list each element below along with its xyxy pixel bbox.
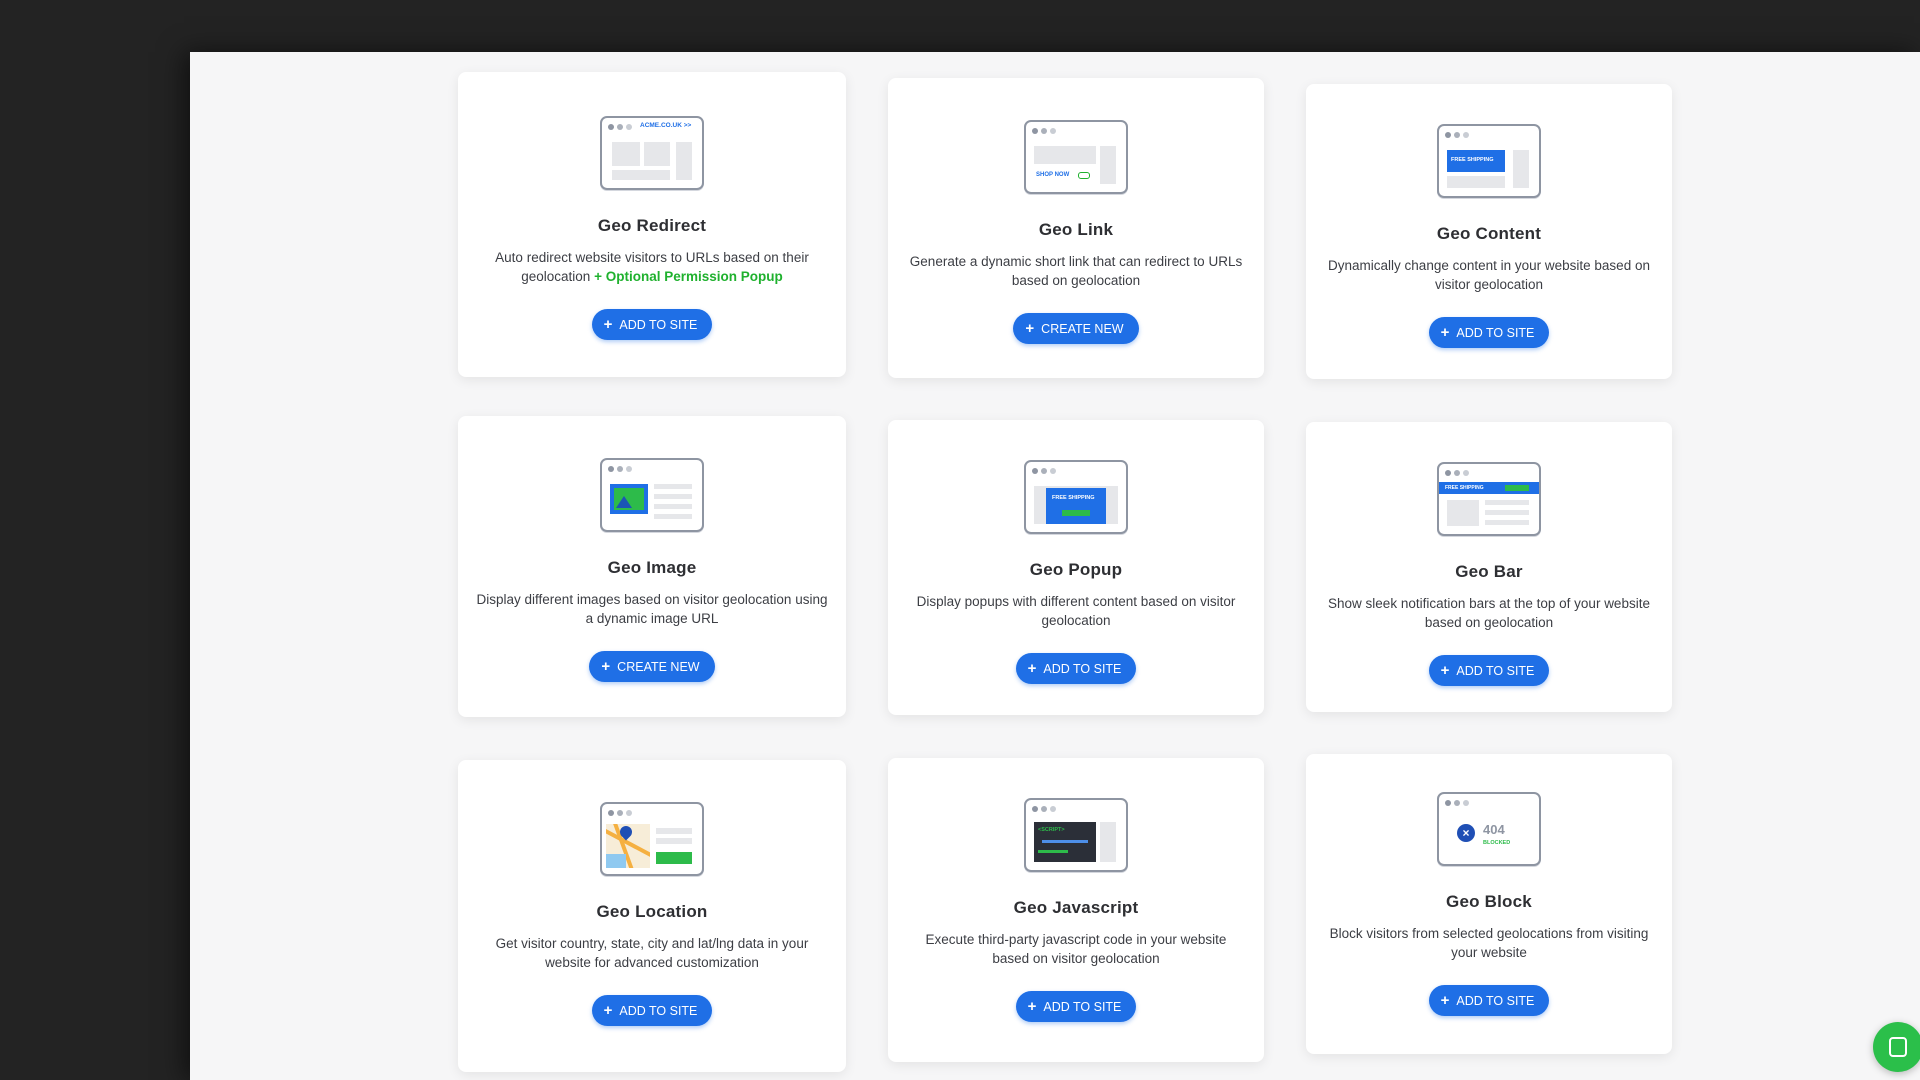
card-geo-popup: FREE SHIPPING Geo Popup Display popups w… <box>888 420 1264 715</box>
card-geo-image: Geo Image Display different images based… <box>458 416 846 717</box>
app-window: ACME.CO.UK >> Geo Redirect Auto redirect… <box>190 52 1920 1080</box>
button-label: CREATE NEW <box>1041 321 1124 336</box>
add-to-site-button[interactable]: + ADD TO SITE <box>1428 317 1550 348</box>
url-label: ACME.CO.UK >> <box>640 122 692 129</box>
map-icon <box>606 824 650 868</box>
create-new-button[interactable]: + CREATE NEW <box>1013 313 1139 344</box>
plus-icon: + <box>1440 992 1450 1009</box>
card-title: Geo Redirect <box>597 216 707 235</box>
banner-label: FREE SHIPPING <box>1451 157 1494 163</box>
plus-icon: + <box>603 316 613 333</box>
add-to-site-button[interactable]: + ADD TO SITE <box>1015 991 1137 1022</box>
card-geo-javascript: <SCRIPT> Geo Javascript Execute third-pa… <box>888 758 1264 1062</box>
card-title: Geo Block <box>1446 892 1532 911</box>
card-title: Geo Content <box>1436 224 1542 243</box>
block-x-icon: × <box>1457 824 1475 842</box>
add-to-site-button[interactable]: + ADD TO SITE <box>1428 985 1550 1016</box>
card-description: Auto redirect website visitors to URLs b… <box>458 248 846 286</box>
browser-block-illustration: × 404 BLOCKED <box>1437 792 1541 866</box>
add-to-site-button[interactable]: + ADD TO SITE <box>1015 653 1137 684</box>
popup-cta <box>1062 510 1090 516</box>
popup-box <box>1046 488 1106 524</box>
card-description: Execute third-party javascript code in y… <box>925 932 1227 966</box>
chat-widget-button[interactable] <box>1873 1022 1920 1072</box>
code-label: <SCRIPT> <box>1038 827 1065 833</box>
plus-icon: + <box>603 1002 613 1019</box>
card-description: Display popups with different content ba… <box>916 594 1236 628</box>
add-to-site-button[interactable]: + ADD TO SITE <box>1428 655 1550 686</box>
button-label: ADD TO SITE <box>1456 663 1535 678</box>
browser-bar-illustration: FREE SHIPPING <box>1437 462 1541 536</box>
bar-cta <box>1505 485 1529 491</box>
plus-icon: + <box>1025 320 1035 337</box>
plus-icon: + <box>1440 662 1450 679</box>
button-label: ADD TO SITE <box>1043 999 1122 1014</box>
card-geo-location: Geo Location Get visitor country, state,… <box>458 760 846 1072</box>
browser-image-illustration <box>600 458 704 532</box>
card-title: Geo Link <box>1038 220 1114 239</box>
plus-icon: + <box>601 658 611 675</box>
button-label: ADD TO SITE <box>1456 993 1535 1008</box>
error-code-label: 404 <box>1483 822 1505 837</box>
image-icon <box>610 484 648 514</box>
chat-icon <box>1889 1037 1907 1057</box>
add-to-site-button[interactable]: + ADD TO SITE <box>591 309 713 340</box>
plus-icon: + <box>1027 660 1037 677</box>
blocked-label: BLOCKED <box>1483 840 1511 846</box>
card-geo-bar: FREE SHIPPING Geo Bar Show sleek notific… <box>1306 422 1672 712</box>
card-description: Display different images based on visito… <box>476 592 828 626</box>
button-label: CREATE NEW <box>617 659 700 674</box>
plus-icon: + <box>1027 998 1037 1015</box>
button-label: ADD TO SITE <box>619 1003 698 1018</box>
card-description: Dynamically change content in your websi… <box>1328 258 1650 292</box>
card-geo-link: SHOP NOW Geo Link Generate a dynamic sho… <box>888 78 1264 378</box>
shop-now-label: SHOP NOW <box>1036 172 1070 178</box>
browser-redirect-illustration: ACME.CO.UK >> <box>600 116 704 190</box>
add-to-site-button[interactable]: + ADD TO SITE <box>591 995 713 1026</box>
card-title: Geo Popup <box>1029 560 1123 579</box>
permission-popup-note: + Optional Permission Popup <box>594 269 783 284</box>
card-title: Geo Bar <box>1455 562 1523 581</box>
link-icon <box>1078 172 1090 179</box>
card-title: Geo Location <box>596 902 708 921</box>
create-new-button[interactable]: + CREATE NEW <box>589 651 715 682</box>
button-label: ADD TO SITE <box>1043 661 1122 676</box>
card-description: Block visitors from selected geolocation… <box>1329 926 1649 960</box>
browser-link-illustration: SHOP NOW <box>1024 120 1128 194</box>
button-label: ADD TO SITE <box>619 317 698 332</box>
card-title: Geo Image <box>607 558 697 577</box>
browser-map-illustration <box>600 802 704 876</box>
bar-label: FREE SHIPPING <box>1445 485 1484 491</box>
browser-popup-illustration: FREE SHIPPING <box>1024 460 1128 534</box>
card-geo-block: × 404 BLOCKED Geo Block Block visitors f… <box>1306 754 1672 1054</box>
card-geo-content: FREE SHIPPING Geo Content Dynamically ch… <box>1306 84 1672 379</box>
card-title: Geo Javascript <box>1013 898 1139 917</box>
card-geo-redirect: ACME.CO.UK >> Geo Redirect Auto redirect… <box>458 72 846 377</box>
button-label: ADD TO SITE <box>1456 325 1535 340</box>
browser-code-illustration: <SCRIPT> <box>1024 798 1128 872</box>
card-description: Generate a dynamic short link that can r… <box>909 254 1243 288</box>
popup-label: FREE SHIPPING <box>1052 495 1095 501</box>
browser-content-illustration: FREE SHIPPING <box>1437 124 1541 198</box>
plus-icon: + <box>1440 324 1450 341</box>
card-description: Get visitor country, state, city and lat… <box>495 936 809 970</box>
card-description: Show sleek notification bars at the top … <box>1328 596 1650 630</box>
